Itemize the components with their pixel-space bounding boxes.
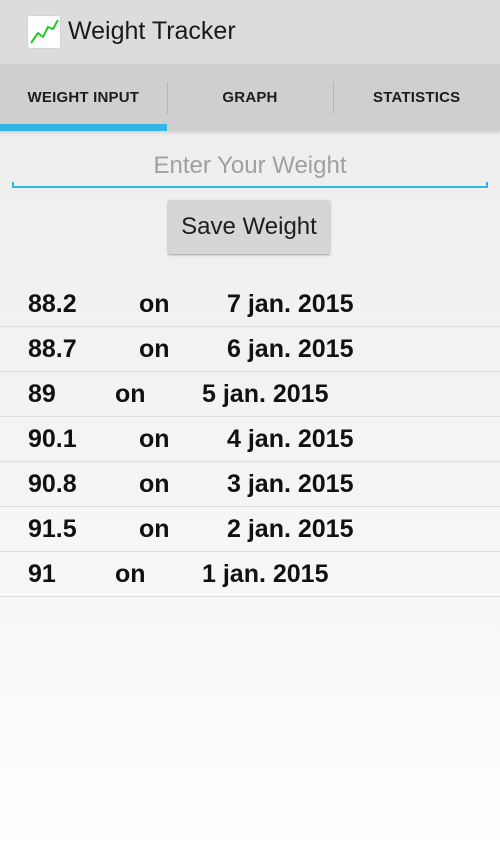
list-item[interactable]: 91.5 on 2 jan. 2015 — [0, 507, 500, 552]
entry-date: 5 jan. 2015 — [202, 380, 329, 408]
tab-bar: WEIGHT INPUT GRAPH STATISTICS — [0, 64, 500, 131]
save-weight-button[interactable]: Save Weight — [168, 200, 330, 254]
list-item[interactable]: 88.2 on 7 jan. 2015 — [0, 282, 500, 327]
weight-entry-list: 88.2 on 7 jan. 2015 88.7 on 6 jan. 2015 … — [0, 282, 500, 597]
entry-joiner: on — [139, 290, 170, 318]
entry-joiner: on — [115, 560, 146, 588]
list-item[interactable]: 88.7 on 6 jan. 2015 — [0, 327, 500, 372]
app-title: Weight Tracker — [68, 17, 236, 45]
list-item[interactable]: 90.1 on 4 jan. 2015 — [0, 417, 500, 462]
input-underline — [12, 182, 488, 188]
entry-joiner: on — [139, 470, 170, 498]
entry-date: 2 jan. 2015 — [227, 515, 354, 543]
entry-date: 1 jan. 2015 — [202, 560, 329, 588]
list-item[interactable]: 89 on 5 jan. 2015 — [0, 372, 500, 417]
entry-joiner: on — [139, 425, 170, 453]
entry-joiner: on — [139, 335, 170, 363]
entry-joiner: on — [139, 515, 170, 543]
weight-input[interactable] — [12, 146, 488, 186]
entry-date: 6 jan. 2015 — [227, 335, 354, 363]
tab-weight-input[interactable]: WEIGHT INPUT — [0, 64, 167, 131]
entry-joiner: on — [115, 380, 146, 408]
entry-weight: 88.7 — [28, 335, 77, 363]
list-item[interactable]: 91 on 1 jan. 2015 — [0, 552, 500, 597]
entry-weight: 89 — [28, 380, 56, 408]
entry-weight: 91.5 — [28, 515, 77, 543]
line-graph-icon — [28, 16, 60, 48]
entry-weight: 90.1 — [28, 425, 77, 453]
entry-weight: 88.2 — [28, 290, 77, 318]
entry-weight: 91 — [28, 560, 56, 588]
tab-graph[interactable]: GRAPH — [166, 64, 334, 131]
tab-statistics[interactable]: STATISTICS — [333, 64, 500, 131]
entry-date: 3 jan. 2015 — [227, 470, 354, 498]
entry-date: 4 jan. 2015 — [227, 425, 354, 453]
list-item[interactable]: 90.8 on 3 jan. 2015 — [0, 462, 500, 507]
action-bar: Weight Tracker — [0, 0, 500, 64]
entry-weight: 90.8 — [28, 470, 77, 498]
entry-date: 7 jan. 2015 — [227, 290, 354, 318]
